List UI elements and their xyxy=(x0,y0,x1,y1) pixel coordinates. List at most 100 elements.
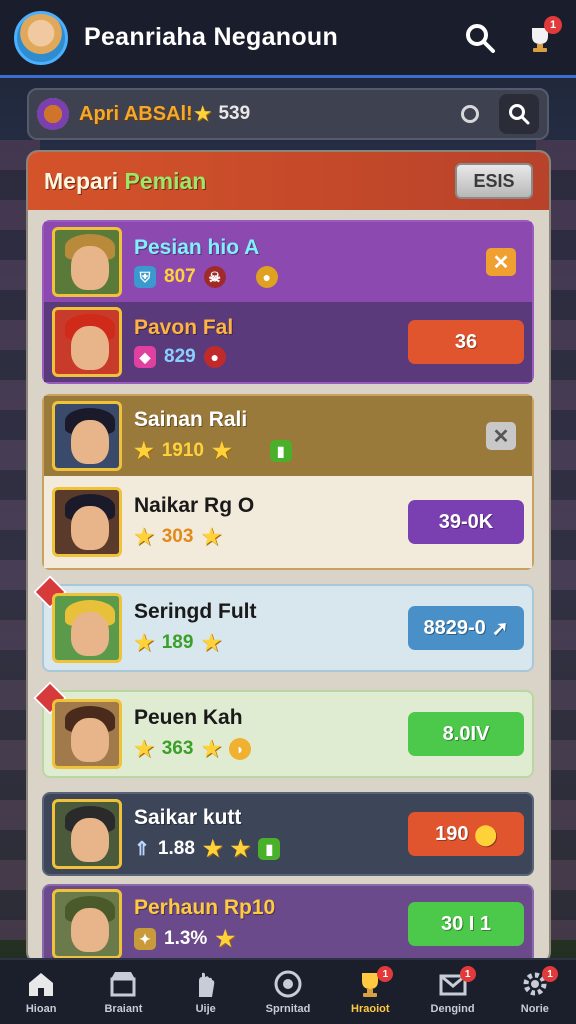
location-pin-icon: ⬤ xyxy=(474,823,497,846)
player-value-label: 8829-0 xyxy=(423,616,486,639)
nav-label: Braiant xyxy=(104,1003,143,1015)
player-row[interactable]: Seringd Fult ★ 189 ★ 8829-0 ➚ xyxy=(33,575,532,670)
cash-icon: ▮ xyxy=(258,838,281,860)
player-row[interactable]: Pesian hio A ⛨ 807 ☠ ● ✕ xyxy=(44,222,532,302)
player-value-button[interactable]: 39-0K xyxy=(408,500,524,544)
nav-item-trophy[interactable]: 1 Hraoiot xyxy=(329,960,411,1024)
player-value-button[interactable]: 8.0IV xyxy=(408,712,524,756)
nav-item-target[interactable]: Sprnitad xyxy=(247,960,329,1024)
player-stat: 1.88 xyxy=(157,838,195,859)
player-row[interactable]: Saikar kutt ⇑ 1.88 ★ ★ ▮ 190 ⬤ xyxy=(44,794,532,874)
nav-item-mail[interactable]: 1 Dengind xyxy=(411,960,493,1024)
cash-icon: ▮ xyxy=(269,440,292,462)
search-submit-button[interactable] xyxy=(499,94,539,134)
star-icon: ★ xyxy=(134,438,154,463)
player-row[interactable]: Perhaun Rp10 ✦ 1.3% ★ 30 I 1 xyxy=(44,886,532,962)
skull-icon: ☠ xyxy=(203,266,226,288)
panel-title-part1: Mepari xyxy=(44,167,119,194)
user-avatar[interactable] xyxy=(14,10,68,65)
player-name: Pavon Fal xyxy=(134,316,234,339)
nav-label: Uije xyxy=(195,1003,216,1015)
arrow-icon: ➚ xyxy=(491,617,509,640)
player-row[interactable]: Naikar Rg O ★ 303 ★ 39-0K xyxy=(44,476,532,568)
player-card: Peuen Kah ★ 363 ★ ◗ 8.0IV xyxy=(33,681,534,778)
player-name: Perhaun Rp10 xyxy=(134,896,276,919)
player-value-label: 190 xyxy=(435,822,469,845)
nav-badge: 1 xyxy=(459,966,476,982)
close-icon[interactable]: ✕ xyxy=(486,422,516,450)
star-icon: ★ xyxy=(212,438,232,463)
player-row[interactable]: Sainan Rali ★ 1910 ★ ▮ ✕ xyxy=(44,396,532,476)
coin-icon: ● xyxy=(255,266,278,288)
player-value-button[interactable]: 190 ⬤ xyxy=(408,812,524,856)
search-label: Apri ABSAl! xyxy=(79,102,193,125)
close-icon[interactable]: ✕ xyxy=(486,248,516,276)
player-card: Pesian hio A ⛨ 807 ☠ ● ✕ Pavon Fal ◆ 829… xyxy=(42,220,534,384)
nav-item-settings[interactable]: 1 Norie xyxy=(494,960,576,1024)
player-value-button[interactable]: 36 xyxy=(408,320,524,364)
player-portrait xyxy=(52,307,122,377)
star-icon: ★ xyxy=(230,836,251,861)
potion-icon: ● xyxy=(203,346,226,368)
nav-badge: 1 xyxy=(377,966,394,982)
player-portrait xyxy=(52,401,122,471)
player-stat: 1910 xyxy=(161,440,205,461)
nav-badge: 1 xyxy=(541,966,558,982)
search-bar[interactable]: Apri ABSAl! ★ 539 xyxy=(27,88,549,140)
star-icon: ★ xyxy=(202,836,223,861)
panel-header: Mepari Pemian ESIS xyxy=(28,152,549,210)
player-card: Perhaun Rp10 ✦ 1.3% ★ 30 I 1 xyxy=(42,884,534,962)
player-name: Pesian hio A xyxy=(134,236,260,259)
search-count: 539 xyxy=(218,103,251,124)
search-icon xyxy=(509,104,530,125)
nav-label: Hraoiot xyxy=(351,1003,390,1015)
shield-icon: ⛨ xyxy=(134,266,156,288)
app-header: Peanriaha Neganoun 1 xyxy=(0,0,576,78)
nav-label: Norie xyxy=(520,1003,549,1015)
arrow-up-icon: ⇑ xyxy=(134,838,150,860)
player-name: Naikar Rg O xyxy=(134,494,255,517)
player-card: Seringd Fult ★ 189 ★ 8829-0 ➚ xyxy=(33,575,534,672)
badge-icon: ✦ xyxy=(134,928,156,950)
nav-item-home[interactable]: Hioan xyxy=(0,960,82,1024)
player-portrait xyxy=(52,227,122,297)
notification-badge: 1 xyxy=(544,15,562,34)
player-card: Saikar kutt ⇑ 1.88 ★ ★ ▮ 190 ⬤ xyxy=(42,792,534,876)
search-button[interactable] xyxy=(458,16,502,60)
nav-label: Sprnitad xyxy=(265,1003,311,1015)
player-portrait xyxy=(52,487,122,557)
app-title: Peanriaha Neganoun xyxy=(84,23,339,51)
panel-title-part2: Pemian xyxy=(124,167,207,194)
player-portrait xyxy=(52,593,122,663)
circle-toggle-icon[interactable] xyxy=(461,105,479,123)
panel-action-button[interactable]: ESIS xyxy=(455,163,533,199)
player-stat: 303 xyxy=(161,526,194,547)
nav-item-shop[interactable]: Braiant xyxy=(82,960,164,1024)
banana-icon: ◗ xyxy=(229,738,252,760)
nav-item-hand[interactable]: Uije xyxy=(165,960,247,1024)
star-icon: ★ xyxy=(201,736,222,761)
star-icon: ★ xyxy=(134,524,154,549)
gem-icon: ◆ xyxy=(134,346,156,368)
star-icon: ★ xyxy=(201,630,222,655)
search-icon xyxy=(466,23,495,53)
player-stat: 1.3% xyxy=(164,928,208,949)
target-icon xyxy=(274,970,302,998)
player-stat: 189 xyxy=(161,632,194,653)
panel-title: Mepari Pemian xyxy=(44,168,455,195)
player-value-button[interactable]: 30 I 1 xyxy=(408,902,524,946)
star-icon: ★ xyxy=(215,926,236,951)
nav-label: Hioan xyxy=(25,1003,57,1015)
notifications-button[interactable]: 1 xyxy=(518,15,562,60)
guild-emblem-icon xyxy=(37,98,69,130)
player-portrait xyxy=(52,699,122,769)
star-icon: ★ xyxy=(134,630,154,655)
player-row[interactable]: Pavon Fal ◆ 829 ● 36 xyxy=(44,302,532,382)
player-value-button[interactable]: 8829-0 ➚ xyxy=(408,606,524,650)
player-name: Seringd Fult xyxy=(134,600,257,623)
player-stat: 807 xyxy=(164,266,196,287)
star-icon: ★ xyxy=(201,524,222,549)
player-card: Sainan Rali ★ 1910 ★ ▮ ✕ Naikar Rg O ★ 3… xyxy=(42,394,534,570)
player-name: Saikar kutt xyxy=(134,806,242,829)
player-row[interactable]: Peuen Kah ★ 363 ★ ◗ 8.0IV xyxy=(33,681,532,776)
